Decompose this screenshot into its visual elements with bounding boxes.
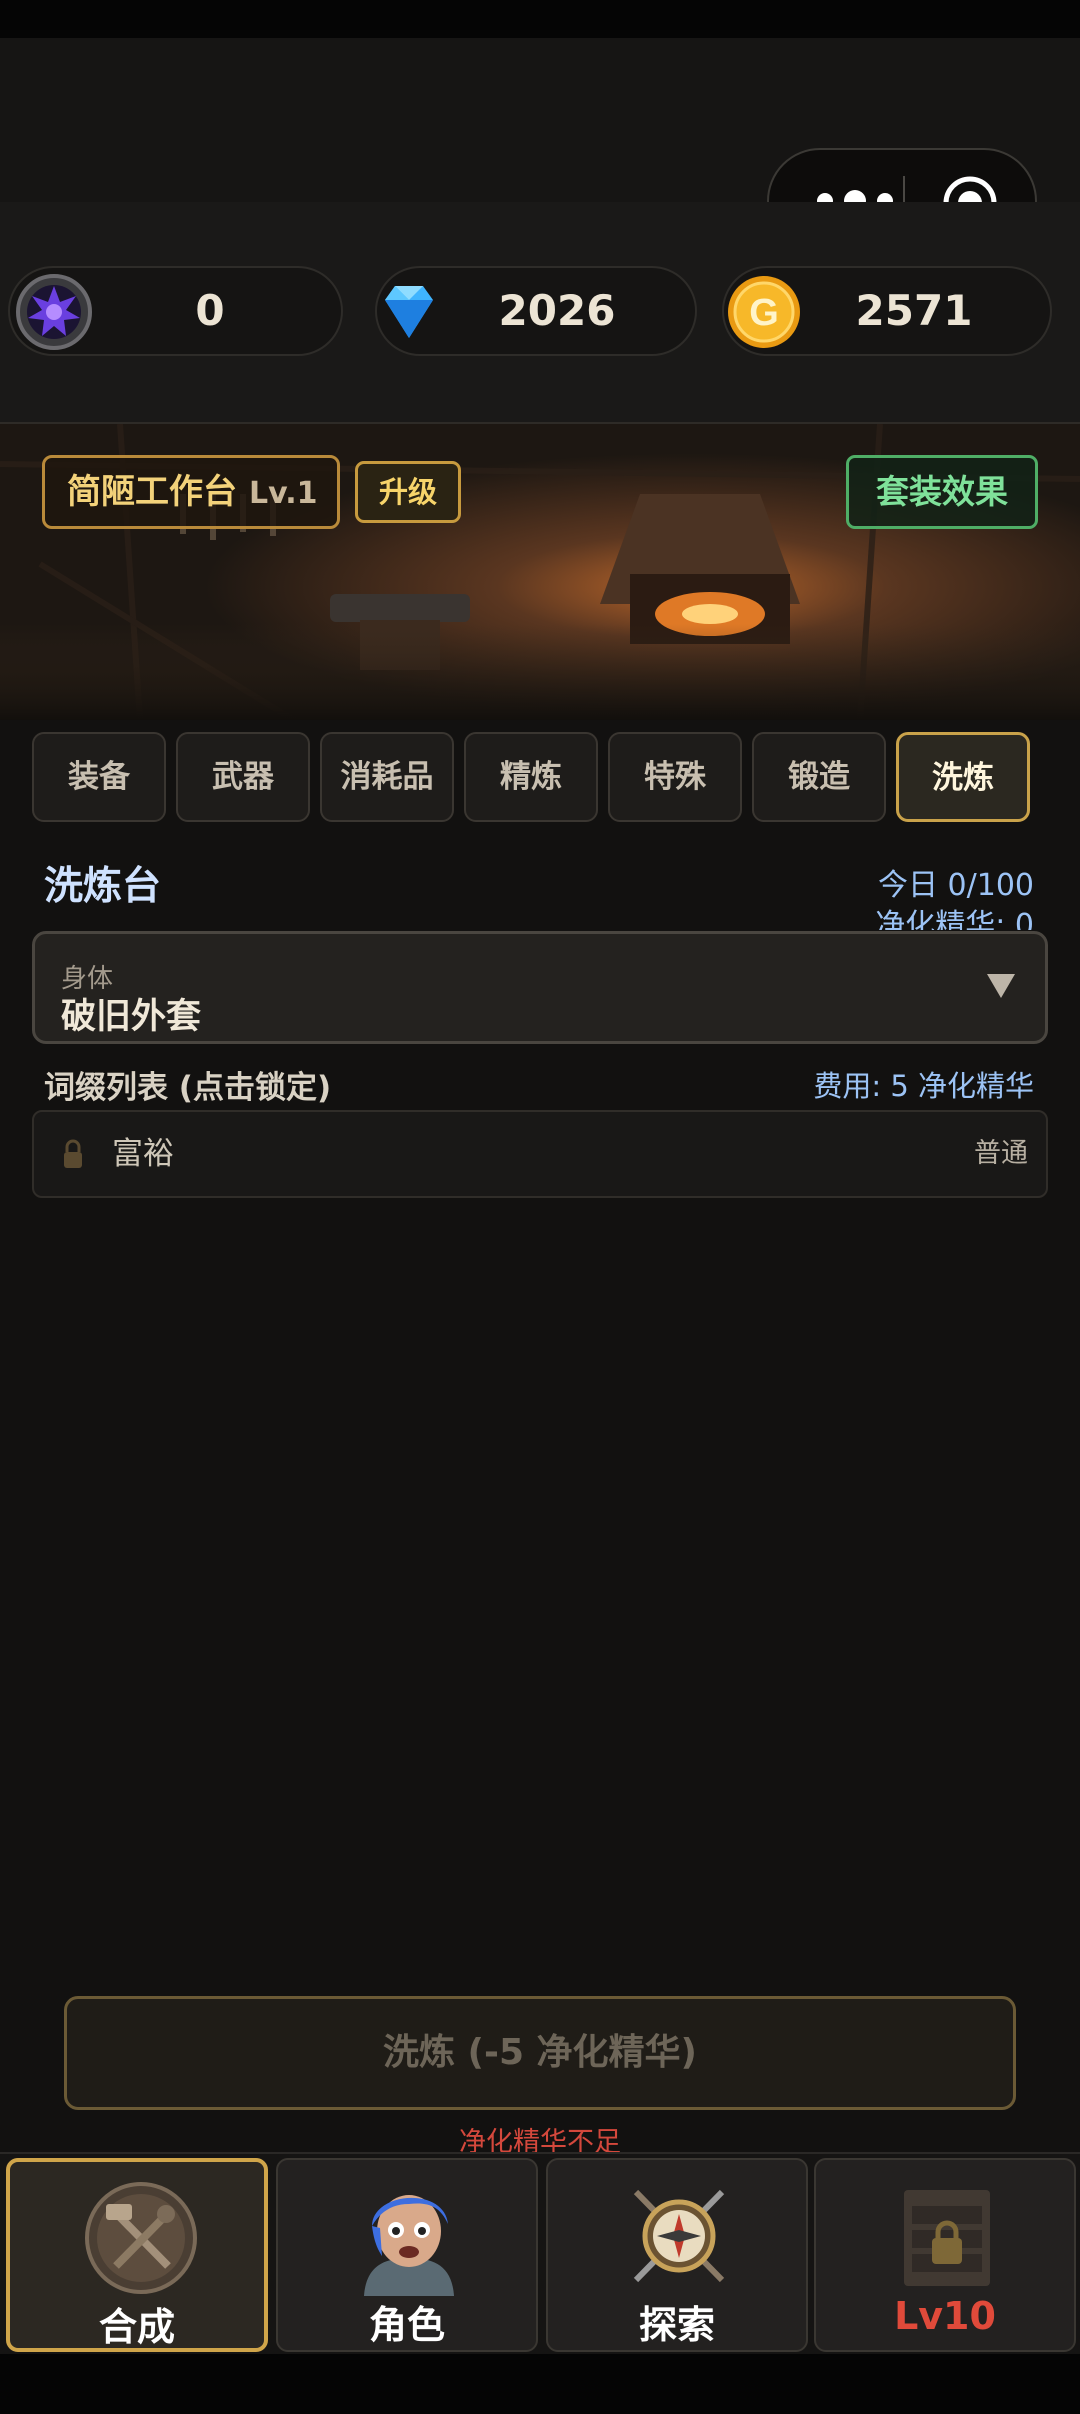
- crystal-count: 0: [195, 286, 225, 335]
- affix-list-title: 词缀列表 (点击锁定): [44, 1070, 332, 1106]
- tab-equipment[interactable]: 装备: [32, 732, 166, 822]
- page-title: 洗炼台: [44, 864, 162, 909]
- tab-forge[interactable]: 锻造: [752, 732, 886, 822]
- upgrade-button[interactable]: 升级: [355, 461, 461, 523]
- reforge-button[interactable]: 洗炼 (-5 净化精华): [64, 1996, 1016, 2110]
- diamond-pill[interactable]: 2026: [375, 266, 697, 356]
- dropdown-arrow-icon: [987, 974, 1015, 998]
- tab-refine[interactable]: 精炼: [464, 732, 598, 822]
- lock-icon: [64, 1139, 82, 1168]
- nav-character[interactable]: 角色: [276, 2158, 538, 2352]
- nav-explore[interactable]: 探索: [546, 2158, 808, 2352]
- equipment-slot-select[interactable]: 身体 破旧外套: [32, 931, 1048, 1044]
- tab-consumables[interactable]: 消耗品: [320, 732, 454, 822]
- character-icon: [364, 2195, 454, 2296]
- affix-rarity: 普通: [974, 1138, 1028, 1169]
- workbench-name: 简陋工作台: [67, 472, 237, 512]
- compass-icon: [633, 2189, 725, 2283]
- daily-limit: 今日 0/100: [878, 868, 1034, 903]
- system-home-bar: [0, 2354, 1080, 2414]
- set-effect-button[interactable]: 套装效果: [846, 455, 1038, 529]
- slot-value: 破旧外套: [61, 997, 202, 1037]
- affix-row[interactable]: 富裕 普通: [32, 1110, 1048, 1198]
- gold-count: 2571: [855, 286, 973, 335]
- essence-count: 净化精华: 0: [875, 908, 1034, 930]
- tab-weapons[interactable]: 武器: [176, 732, 310, 822]
- nav-crafting[interactable]: 合成: [6, 2158, 268, 2352]
- status-bar: [0, 0, 1080, 38]
- workbench-level: Lv.1: [249, 476, 318, 511]
- affix-name: 富裕: [112, 1136, 174, 1172]
- nav-explore-label: 探索: [638, 2303, 715, 2347]
- locked-shop-icon: [904, 2190, 990, 2286]
- crafting-icon: [85, 2182, 197, 2294]
- svg-text:G: G: [749, 292, 779, 334]
- nav-character-label: 角色: [368, 2303, 445, 2347]
- gold-pill[interactable]: G 2571: [722, 266, 1052, 356]
- crystal-pill[interactable]: 0: [8, 266, 343, 356]
- nav-locked-shop[interactable]: Lv10: [814, 2158, 1076, 2352]
- nav-locked-level-label: Lv10: [894, 2294, 996, 2338]
- reforge-cost: 费用: 5 净化精华: [813, 1069, 1034, 1103]
- diamond-count: 2026: [498, 286, 616, 335]
- tab-reforge[interactable]: 洗炼: [896, 732, 1030, 822]
- tab-special[interactable]: 特殊: [608, 732, 742, 822]
- gold-coin-icon: G: [728, 276, 800, 348]
- currency-bar: 0 2026 G 2571: [0, 202, 1080, 424]
- nav-crafting-label: 合成: [98, 2305, 175, 2349]
- workbench-title: 简陋工作台 Lv.1: [42, 455, 340, 529]
